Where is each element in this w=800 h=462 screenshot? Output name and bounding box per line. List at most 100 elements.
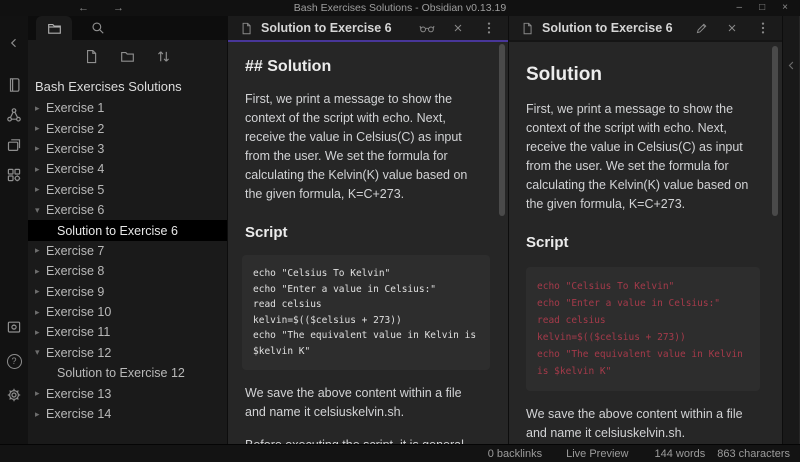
editor-scrollbar[interactable] [499, 44, 505, 216]
expand-arrow-icon[interactable]: ▸ [35, 327, 46, 338]
forward-arrow-icon[interactable]: → [113, 0, 124, 16]
grid-gear-icon[interactable] [5, 166, 23, 184]
rendered-heading: Solution [526, 64, 760, 86]
expand-right-sidebar-icon[interactable] [782, 56, 800, 74]
expand-arrow-icon[interactable]: ▸ [35, 307, 46, 318]
note-icon [521, 22, 534, 35]
vault-switcher-icon[interactable] [5, 318, 23, 336]
collapse-arrow-icon[interactable]: ▾ [35, 205, 46, 216]
more-options-icon[interactable] [754, 19, 772, 37]
folder-item[interactable]: ▸Exercise 14 [28, 404, 227, 424]
explorer-nav-buttons [28, 40, 227, 72]
folder-item[interactable]: ▸Exercise 2 [28, 118, 227, 138]
folder-item[interactable]: ▸Exercise 8 [28, 261, 227, 281]
folder-item[interactable]: ▸Exercise 3 [28, 139, 227, 159]
folder-item[interactable]: ▾Exercise 6 [28, 200, 227, 220]
preview-pane-header[interactable]: Solution to Exercise 6 [509, 16, 782, 40]
paragraph: Before executing the script, it is gener… [245, 436, 484, 444]
tree-item-label: Exercise 12 [46, 346, 111, 360]
preview-tab-title: Solution to Exercise 6 [542, 21, 673, 35]
editor-content[interactable]: ## Solution First, we print a message to… [228, 42, 508, 444]
word-count: 144 words [654, 448, 705, 460]
collapse-arrow-icon[interactable]: ▾ [35, 347, 46, 358]
settings-gear-icon[interactable] [5, 386, 23, 404]
folder-item[interactable]: ▸Exercise 7 [28, 241, 227, 261]
backlinks-count[interactable]: 0 backlinks [488, 448, 542, 460]
folder-icon [47, 21, 62, 36]
more-options-icon[interactable] [480, 19, 498, 37]
tree-item-label: Exercise 13 [46, 387, 111, 401]
new-folder-icon[interactable] [119, 47, 137, 65]
file-item[interactable]: Solution to Exercise 6 [28, 220, 227, 240]
maximize-icon[interactable]: □ [759, 0, 765, 16]
expand-arrow-icon[interactable]: ▸ [35, 245, 46, 256]
stacked-cards-icon[interactable] [5, 136, 23, 154]
expand-arrow-icon[interactable]: ▸ [35, 103, 46, 114]
editor-pane-header[interactable]: Solution to Exercise 6 [228, 16, 508, 40]
close-pane-icon[interactable] [723, 19, 741, 37]
sort-order-icon[interactable] [155, 47, 173, 65]
tree-item-label: Exercise 8 [46, 264, 104, 278]
close-pane-icon[interactable] [449, 19, 467, 37]
tree-item-label: Exercise 9 [46, 285, 104, 299]
tree-item-label: Solution to Exercise 12 [57, 366, 185, 380]
graph-view-icon[interactable] [5, 106, 23, 124]
tree-item-label: Exercise 2 [46, 122, 104, 136]
folder-item[interactable]: ▸Exercise 5 [28, 180, 227, 200]
expand-arrow-icon[interactable]: ▸ [35, 143, 46, 154]
back-arrow-icon[interactable]: ← [78, 0, 89, 16]
tree-item-label: Exercise 14 [46, 407, 111, 421]
expand-arrow-icon[interactable]: ▸ [35, 164, 46, 175]
search-tab[interactable] [80, 16, 116, 40]
reading-view-toggle-icon[interactable] [418, 19, 436, 37]
file-explorer-tab[interactable] [36, 16, 72, 40]
right-sidebar-collapsed [782, 16, 799, 444]
workspace: ? Bash Exercises [0, 16, 800, 444]
paragraph: We save the above content within a file … [245, 384, 484, 422]
window-controls: – □ × [737, 0, 800, 16]
collapse-left-sidebar-icon[interactable] [5, 34, 23, 52]
preview-scrollbar[interactable] [772, 46, 778, 216]
book-icon[interactable] [5, 76, 23, 94]
rendered-heading: Script [526, 234, 760, 251]
preview-header-actions [692, 19, 772, 37]
folder-item[interactable]: ▸Exercise 13 [28, 383, 227, 403]
tree-item-label: Exercise 4 [46, 162, 104, 176]
tree-item-label: Exercise 10 [46, 305, 111, 319]
tree-item-label: Exercise 7 [46, 244, 104, 258]
help-icon[interactable]: ? [5, 352, 23, 370]
paragraph: First, we print a message to show the co… [245, 90, 484, 204]
new-note-icon[interactable] [83, 47, 101, 65]
vault-switcher[interactable]: Bash Exercises Solutions [28, 76, 227, 98]
file-item[interactable]: Solution to Exercise 12 [28, 363, 227, 383]
folder-item[interactable]: ▸Exercise 1 [28, 98, 227, 118]
titlebar: ← → Bash Exercises Solutions - Obsidian … [0, 0, 800, 16]
preview-content[interactable]: Solution First, we print a message to sh… [509, 42, 782, 444]
minimize-icon[interactable]: – [737, 0, 743, 16]
ribbon-top-actions [5, 76, 23, 184]
expand-arrow-icon[interactable]: ▸ [35, 184, 46, 195]
folder-item[interactable]: ▾Exercise 12 [28, 343, 227, 363]
left-sidebar: Bash Exercises Solutions ▸Exercise 1▸Exe… [28, 16, 228, 444]
editor-mode-status[interactable]: Live Preview [566, 448, 628, 460]
code-block: echo "Celsius To Kelvin" echo "Enter a v… [242, 255, 490, 370]
tree-item-label: Exercise 1 [46, 101, 104, 115]
folder-item[interactable]: ▸Exercise 11 [28, 322, 227, 342]
edit-view-toggle-icon[interactable] [692, 19, 710, 37]
tree-item-label: Solution to Exercise 6 [57, 224, 178, 238]
close-window-icon[interactable]: × [782, 0, 788, 16]
tree-item-label: Exercise 11 [46, 325, 110, 339]
search-icon [91, 21, 105, 35]
expand-arrow-icon[interactable]: ▸ [35, 123, 46, 134]
expand-arrow-icon[interactable]: ▸ [35, 266, 46, 277]
expand-arrow-icon[interactable]: ▸ [35, 286, 46, 297]
folder-item[interactable]: ▸Exercise 10 [28, 302, 227, 322]
expand-arrow-icon[interactable]: ▸ [35, 388, 46, 399]
left-ribbon: ? [0, 16, 28, 444]
folder-item[interactable]: ▸Exercise 9 [28, 282, 227, 302]
tree-item-label: Exercise 6 [46, 203, 104, 217]
folder-item[interactable]: ▸Exercise 4 [28, 159, 227, 179]
editor-header-actions [418, 19, 498, 37]
expand-arrow-icon[interactable]: ▸ [35, 409, 46, 420]
tree-item-label: Exercise 3 [46, 142, 104, 156]
